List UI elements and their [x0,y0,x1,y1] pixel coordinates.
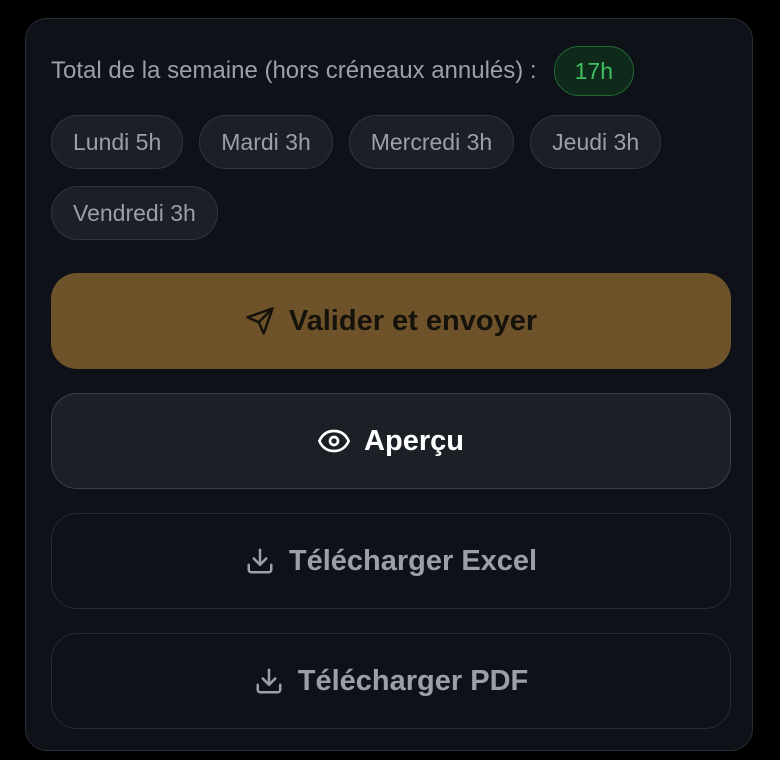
preview-button-label: Aperçu [364,424,464,457]
weekly-total-badge: 17h [553,46,634,96]
day-chip-jeudi: Jeudi 3h [530,115,662,169]
eye-icon [318,429,351,453]
weekly-summary-panel: Total de la semaine (hors créneaux annul… [25,18,753,751]
download-icon [247,548,273,574]
download-pdf-label: Télécharger PDF [297,664,529,697]
download-pdf-button[interactable]: Télécharger PDF [51,633,731,729]
weekly-total-label: Total de la semaine (hors créneaux annul… [51,57,537,84]
day-chip-mardi: Mardi 3h [199,115,333,169]
download-excel-label: Télécharger Excel [288,544,538,577]
day-hours-list: Lundi 5h Mardi 3h Mercredi 3h Jeudi 3h V… [51,115,741,240]
day-chip-mercredi: Mercredi 3h [348,115,515,169]
submit-button[interactable]: Valider et envoyer [51,273,731,369]
preview-button[interactable]: Aperçu [51,393,731,489]
day-chip-vendredi: Vendredi 3h [51,186,218,240]
submit-button-label: Valider et envoyer [288,304,538,337]
day-chip-lundi: Lundi 5h [51,115,184,169]
weekly-total-row: Total de la semaine (hors créneaux annul… [51,44,634,98]
download-icon [256,668,282,694]
send-icon [246,307,274,335]
download-excel-button[interactable]: Télécharger Excel [51,513,731,609]
